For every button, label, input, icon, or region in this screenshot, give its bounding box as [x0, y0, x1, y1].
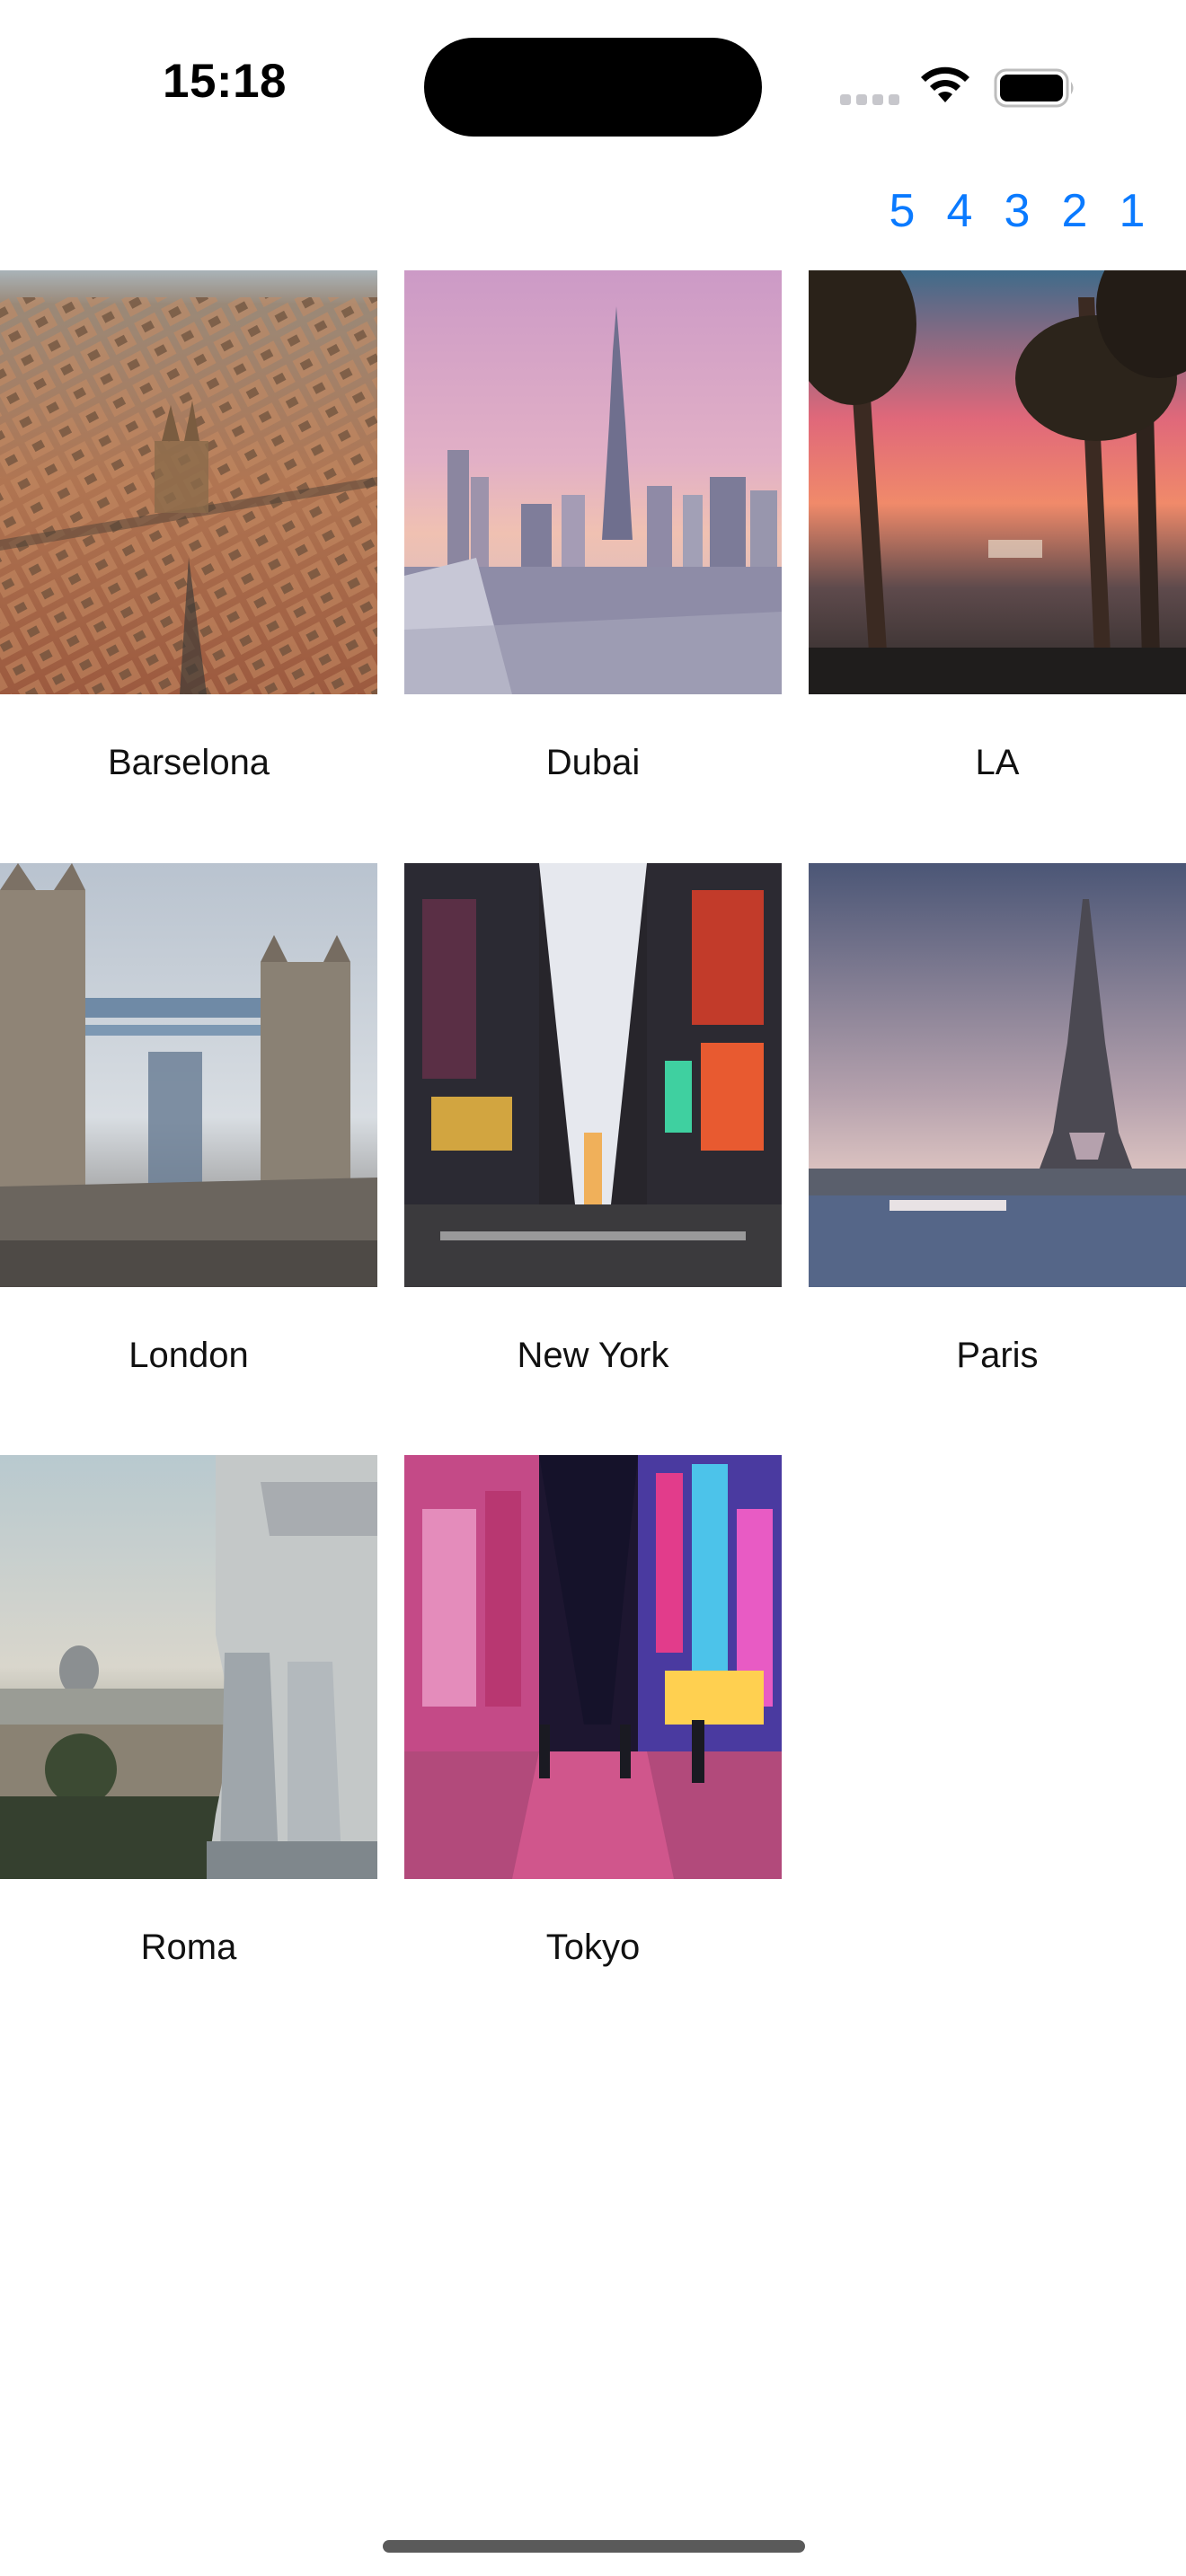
wifi-icon	[921, 66, 969, 102]
page-button-5[interactable]: 5	[884, 184, 920, 238]
city-photo[interactable]	[0, 1455, 377, 1879]
city-photo[interactable]	[809, 863, 1186, 1287]
city-name: Roma	[140, 1928, 237, 1967]
city-cell-dubai[interactable]: Dubai	[404, 270, 782, 783]
city-cell-paris[interactable]: Paris	[809, 863, 1186, 1376]
city-name: LA	[975, 743, 1020, 782]
city-cell-tokyo[interactable]: Tokyo	[404, 1455, 782, 1968]
city-cell-new-york[interactable]: New York	[404, 863, 782, 1376]
page-button-4[interactable]: 4	[942, 184, 978, 238]
city-photo[interactable]	[0, 270, 377, 694]
city-cell-barselona[interactable]: Barselona	[0, 270, 377, 783]
city-name: New York	[517, 1336, 669, 1375]
city-photo[interactable]	[404, 270, 782, 694]
city-photo[interactable]	[404, 863, 782, 1287]
page-button-3[interactable]: 3	[999, 184, 1035, 238]
city-name: Tokyo	[545, 1928, 641, 1967]
page-button-2[interactable]: 2	[1057, 184, 1093, 238]
home-indicator[interactable]	[383, 2540, 805, 2553]
city-photo[interactable]	[0, 863, 377, 1287]
city-name: Barselona	[107, 743, 270, 782]
battery-icon	[994, 68, 1074, 108]
status-time: 15:18	[162, 55, 288, 108]
city-name: Dubai	[545, 743, 641, 782]
city-cell-la[interactable]: LA	[809, 270, 1186, 783]
city-cell-london[interactable]: London	[0, 863, 377, 1376]
city-photo[interactable]	[809, 270, 1186, 694]
city-name: London	[128, 1336, 249, 1375]
page-button-1[interactable]: 1	[1114, 184, 1150, 238]
city-name: Paris	[956, 1336, 1039, 1375]
cellular-signal-icon	[840, 93, 901, 106]
city-cell-roma[interactable]: Roma	[0, 1455, 377, 1968]
dynamic-island	[424, 38, 762, 137]
city-photo[interactable]	[404, 1455, 782, 1879]
page-selector: 5 4 3 2 1	[884, 184, 1150, 238]
